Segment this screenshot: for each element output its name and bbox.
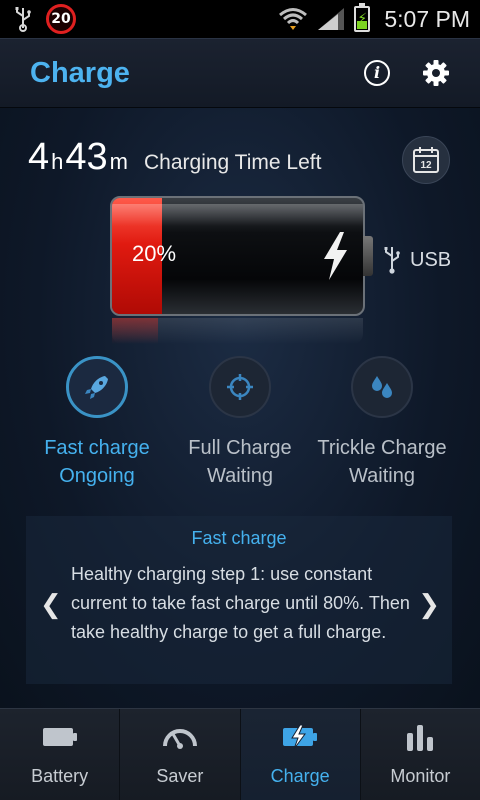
battery-terminal [363,236,373,276]
settings-gear-icon[interactable] [422,59,450,87]
rocket-icon [85,376,108,399]
droplets-icon [372,376,392,398]
bottom-nav: Battery Saver Charge Monitor [0,708,480,800]
calendar-icon: 12 [413,147,439,173]
charging-time-left: 4 h 43 m Charging Time Left [28,136,321,179]
calendar-day: 12 [420,160,432,171]
usb-icon [384,247,400,274]
chevron-right-icon[interactable]: ❯ [418,590,440,620]
battery-reflection [112,318,363,344]
step-icon-circle [66,356,128,418]
battery-icon [42,728,77,746]
time-hours: 4 [28,136,50,178]
bar-chart-icon [407,725,434,751]
app-header: Charge i [0,38,480,108]
speedometer-icon [162,729,197,749]
nav-battery[interactable]: Battery [0,709,121,800]
step-icon-circle [209,356,271,418]
info-description: Healthy charging step 1: use constant cu… [71,564,410,642]
step-info-panel: Fast charge ❮ Healthy charging step 1: u… [26,516,452,684]
charge-bolt-battery-icon [283,724,318,750]
nav-label: Charge [270,766,330,786]
charge-source: USB [382,246,451,274]
lightning-bolt-icon [324,232,347,280]
status-time: 5:07 PM [384,5,470,32]
step-status: Ongoing [59,465,135,487]
usb-icon [10,6,36,32]
step-full-charge[interactable]: Full Charge Waiting [165,356,315,490]
info-icon[interactable]: i [364,60,390,86]
cycle-icon [227,374,253,400]
nav-saver[interactable]: Saver [120,709,241,800]
charge-steps: Fast charge Ongoing Full Charge Waiting … [0,356,480,496]
battery-percent: 20% [132,241,177,266]
usb-label: USB [410,248,452,271]
time-minutes: 43 [65,136,108,178]
time-label: Charging Time Left [144,151,322,174]
nav-label: Monitor [390,766,451,786]
notification-badge: 20 [46,4,76,34]
step-status: Waiting [349,465,415,487]
nav-charge[interactable]: Charge [240,709,361,800]
step-icon-circle [351,356,413,418]
signal-icon [318,8,345,30]
nav-monitor[interactable]: Monitor [361,709,480,800]
step-name: Trickle Charge [317,437,447,459]
step-name: Full Charge [188,437,292,459]
step-trickle-charge[interactable]: Trickle Charge Waiting [307,356,457,490]
calendar-button[interactable]: 12 [402,136,450,184]
time-minutes-unit: m [109,149,128,174]
step-fast-charge[interactable]: Fast charge Ongoing [22,356,172,490]
battery-charging-icon: ⚡ [354,3,371,32]
step-name: Fast charge [44,437,150,459]
wifi-icon [279,8,308,30]
page-title: Charge [30,56,130,89]
charge-main-panel: 4 h 43 m Charging Time Left 12 20% USB F… [0,108,480,708]
nav-label: Battery [31,766,89,786]
info-title: Fast charge [191,528,287,548]
chevron-left-icon[interactable]: ❮ [40,590,62,620]
time-hours-unit: h [51,149,64,174]
step-status: Waiting [207,465,273,487]
nav-label: Saver [156,766,204,786]
status-bar: 20 ⚡ 5:07 PM [0,0,480,38]
